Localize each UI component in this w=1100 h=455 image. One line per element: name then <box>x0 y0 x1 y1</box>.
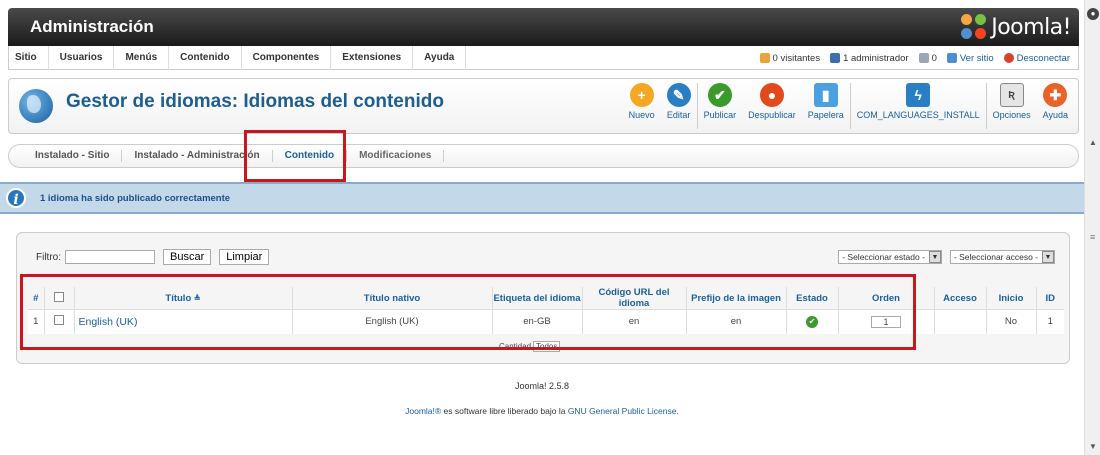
logout-link[interactable]: Desconectar <box>1003 53 1070 64</box>
options-icon: Ʀ <box>999 83 1024 107</box>
install-button[interactable]: ϟ COM_LANGUAGES_INSTALL <box>849 83 986 129</box>
menu-sitio[interactable]: Sitio <box>9 45 49 70</box>
publish-button[interactable]: ✔ Publicar <box>696 83 743 129</box>
row-id: 1 <box>1036 309 1064 334</box>
visitors-status: 0 visitantes <box>759 52 821 64</box>
menu-ayuda[interactable]: Ayuda <box>413 45 467 70</box>
unpublish-button[interactable]: ● Despublicar <box>742 83 802 129</box>
install-label: COM_LANGUAGES_INSTALL <box>856 110 980 120</box>
scroll-up-arrow-icon[interactable]: ▲ <box>1089 138 1097 147</box>
state-select-value: - Seleccionar estado - <box>842 252 925 262</box>
new-button[interactable]: + Nuevo <box>623 83 661 129</box>
globe-icon <box>19 89 53 123</box>
joomla-logo: Joomla! <box>961 12 1071 42</box>
visitors-count: 0 visitantes <box>772 52 821 64</box>
joomla-link[interactable]: Joomla!® <box>405 406 441 416</box>
footer-text: es software libre liberado bajo la <box>443 406 566 416</box>
message-text: 1 idioma ha sido publicado correctamente <box>40 192 231 204</box>
logout-label[interactable]: Desconectar <box>1017 53 1070 64</box>
filter-input[interactable] <box>65 250 155 264</box>
unpublish-label: Despublicar <box>748 110 796 120</box>
browser-info-icon: ● <box>1087 8 1099 20</box>
trash-icon: ▮ <box>813 83 838 107</box>
page-title: Gestor de idiomas: Idiomas del contenido <box>66 91 444 112</box>
chevron-down-icon: ▼ <box>928 251 941 263</box>
toolbar-box: Gestor de idiomas: Idiomas del contenido… <box>8 78 1079 134</box>
system-message: i 1 idioma ha sido publicado correctamen… <box>0 182 1084 214</box>
gpl-link[interactable]: GNU General Public License <box>568 406 677 416</box>
mail-icon <box>918 53 929 63</box>
clear-button[interactable]: Limpiar <box>219 249 270 265</box>
footer-version: Joomla! 2.5.8 <box>514 381 570 391</box>
menu-contenido[interactable]: Contenido <box>169 45 242 70</box>
messages-count: 0 <box>931 52 937 64</box>
new-label: Nuevo <box>628 110 655 120</box>
chevron-down-icon: ▼ <box>1042 251 1054 263</box>
row-home: No <box>986 309 1037 334</box>
admin-container: Administración Joomla! Sitio Usuarios Me… <box>8 8 1079 168</box>
scroll-down-arrow-icon[interactable]: ▼ <box>1089 442 1097 451</box>
view-site-label[interactable]: Ver sitio <box>960 53 994 64</box>
admin-title: Administración <box>30 17 154 36</box>
status-bar: 0 visitantes 1 administrador 0 Ver sitio… <box>759 46 1070 70</box>
filter-bar: Filtro: Buscar Limpiar <box>36 249 270 265</box>
search-button[interactable]: Buscar <box>163 249 212 265</box>
highlight-box-table <box>20 274 916 350</box>
edit-label: Editar <box>666 110 691 120</box>
main-menu: Sitio Usuarios Menús Contenido Component… <box>8 45 1079 70</box>
plus-icon: + <box>629 83 654 107</box>
footer-period: . <box>676 406 679 416</box>
col-access[interactable]: Acceso <box>934 287 987 310</box>
publish-label: Publicar <box>703 110 737 120</box>
tab-installed-site[interactable]: Instalado - Sitio <box>27 150 123 162</box>
submenu-tabs: Instalado - Sitio Instalado - Administra… <box>8 144 1079 168</box>
access-select-value: - Seleccionar acceso - <box>953 252 1038 262</box>
menu-usuarios[interactable]: Usuarios <box>49 45 115 70</box>
access-select[interactable]: - Seleccionar acceso - ▼ <box>949 250 1055 264</box>
check-icon: ✔ <box>707 83 732 107</box>
col-home[interactable]: Inicio <box>986 287 1037 310</box>
col-id[interactable]: ID <box>1036 287 1064 310</box>
menu-extensiones[interactable]: Extensiones <box>331 45 414 70</box>
visitors-icon <box>759 53 770 63</box>
trash-label: Papelera <box>807 110 844 120</box>
scroll-thumb[interactable]: ≡ <box>1090 232 1095 242</box>
filter-label: Filtro: <box>36 251 61 263</box>
logout-icon <box>1003 53 1014 63</box>
joomla-wordmark: Joomla! <box>991 14 1071 40</box>
filter-selects: - Seleccionar estado - ▼ - Seleccionar ac… <box>838 250 1055 264</box>
toolbar: + Nuevo ✎ Editar ✔ Publicar ● Despublicar ▮ P… <box>623 83 1074 129</box>
view-site-link[interactable]: Ver sitio <box>946 53 994 64</box>
admin-user-icon <box>830 53 841 63</box>
admin-header: Administración Joomla! <box>8 8 1079 46</box>
messages-status[interactable]: 0 <box>918 52 937 64</box>
admins-count: 1 administrador <box>843 52 909 64</box>
options-label: Opciones <box>992 110 1031 120</box>
monitor-icon <box>946 53 957 63</box>
vertical-scrollbar[interactable]: ● ▲ ≡ ▼ <box>1084 0 1100 455</box>
menu-menus[interactable]: Menús <box>114 45 170 70</box>
joomla-mark-icon <box>961 14 987 40</box>
help-label: Ayuda <box>1042 110 1068 120</box>
state-select[interactable]: - Seleccionar estado - ▼ <box>838 250 942 264</box>
tab-overrides[interactable]: Modificaciones <box>347 150 445 162</box>
options-button[interactable]: Ʀ Opciones <box>985 83 1037 129</box>
menu-componentes[interactable]: Componentes <box>242 45 332 70</box>
unpublish-icon: ● <box>759 83 784 107</box>
edit-button[interactable]: ✎ Editar <box>661 83 697 129</box>
highlight-box-tab <box>244 130 346 182</box>
install-icon: ϟ <box>906 83 931 107</box>
pencil-icon: ✎ <box>666 83 691 107</box>
admins-status: 1 administrador <box>830 52 909 64</box>
trash-button[interactable]: ▮ Papelera <box>802 83 850 129</box>
footer-license: Joomla!® es software libre liberado bajo… <box>0 406 1084 416</box>
help-icon: ✚ <box>1043 83 1068 107</box>
help-button[interactable]: ✚ Ayuda <box>1037 83 1074 129</box>
row-access <box>934 309 987 334</box>
info-icon: i <box>6 188 26 208</box>
